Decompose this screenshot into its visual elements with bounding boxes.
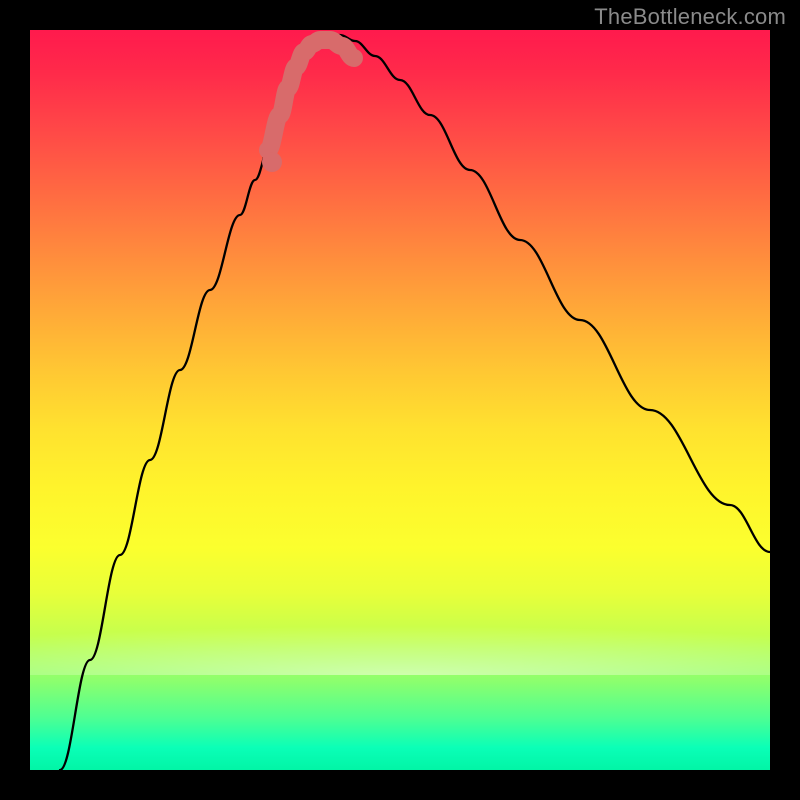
chart-svg [30,30,770,770]
chart-frame [30,30,770,770]
highlight-dot [262,152,282,172]
watermark-text: TheBottleneck.com [594,4,786,30]
bottleneck-curve [60,35,770,770]
highlight-band [268,40,354,150]
